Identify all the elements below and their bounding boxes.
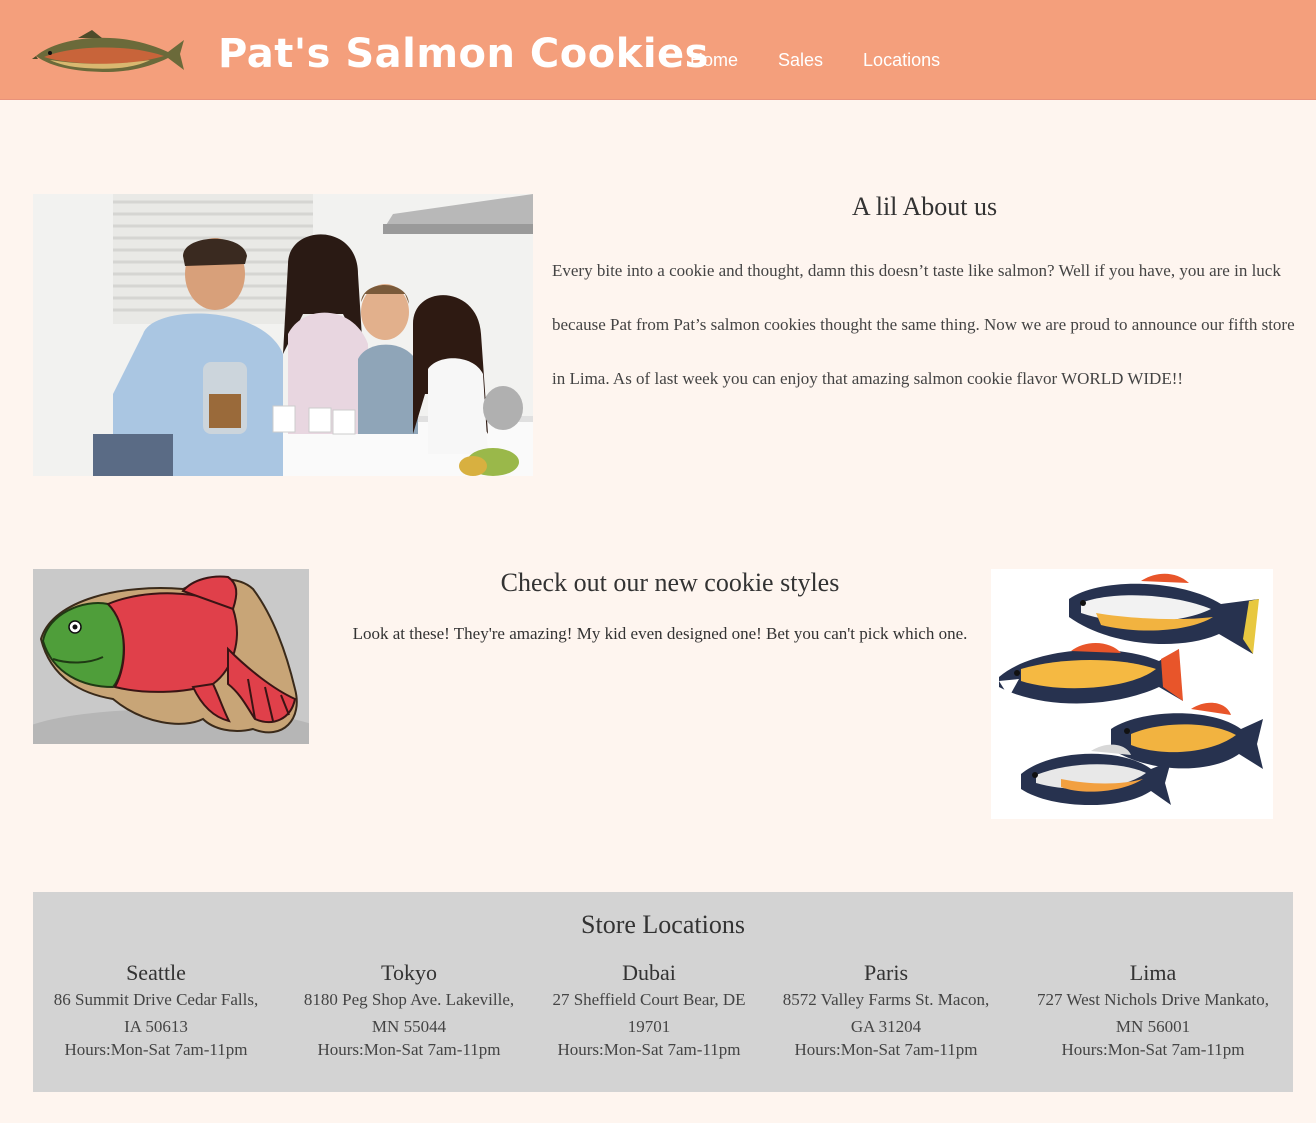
store-hours: Hours:Mon-Sat 7am-11pm — [557, 1040, 741, 1059]
main-nav: Home Sales Locations — [690, 48, 980, 72]
store-locations-heading: Store Locations — [581, 910, 745, 939]
decorated-fish-cookies-photo — [991, 569, 1273, 819]
store-city: Paris — [864, 960, 908, 985]
store-address: 8180 Peg Shop Ave. Lakeville, MN 55044 — [303, 990, 515, 1036]
store-card-tokyo: Tokyo 8180 Peg Shop Ave. Lakeville, MN 5… — [294, 960, 524, 1060]
store-city: Seattle — [126, 960, 186, 985]
salmon-cookie-photo — [33, 569, 309, 744]
store-hours: Hours:Mon-Sat 7am-11pm — [64, 1040, 248, 1059]
store-address: 27 Sheffield Court Bear, DE 19701 — [552, 990, 746, 1036]
nav-link-locations[interactable]: Locations — [863, 48, 940, 72]
store-address: 86 Summit Drive Cedar Falls, IA 50613 — [53, 990, 259, 1036]
cookie-styles-body: Look at these! They're amazing! My kid e… — [352, 624, 968, 643]
store-locations-section: Store Locations Seattle 86 Summit Drive … — [33, 892, 1293, 1092]
store-card-dubai: Dubai 27 Sheffield Court Bear, DE 19701 … — [543, 960, 755, 1060]
store-card-seattle: Seattle 86 Summit Drive Cedar Falls, IA … — [43, 960, 269, 1060]
about-body: Every bite into a cookie and thought, da… — [552, 261, 1295, 388]
about-heading: A lil About us — [851, 192, 998, 221]
cookie-styles-section: Check out our new cookie styles Look at … — [345, 566, 975, 643]
store-city: Lima — [1129, 960, 1177, 985]
salmon-fish-icon — [32, 30, 184, 72]
about-section: A lil About us Every bite into a cookie … — [552, 190, 1297, 406]
store-address: 727 West Nichols Drive Mankato, MN 56001 — [1036, 990, 1270, 1036]
site-title: Pat's Salmon Cookies — [218, 31, 709, 77]
store-card-paris: Paris 8572 Valley Farms St. Macon, GA 31… — [771, 960, 1001, 1060]
cookie-styles-heading: Check out our new cookie styles — [500, 568, 840, 597]
nav-link-sales[interactable]: Sales — [778, 48, 823, 72]
store-hours: Hours:Mon-Sat 7am-11pm — [1061, 1040, 1245, 1059]
family-photo — [33, 194, 533, 476]
site-header: Pat's Salmon Cookies Home Sales Location… — [0, 0, 1316, 99]
store-city: Dubai — [622, 960, 676, 985]
store-city: Tokyo — [381, 960, 437, 985]
nav-link-home[interactable]: Home — [690, 48, 738, 72]
store-hours: Hours:Mon-Sat 7am-11pm — [317, 1040, 501, 1059]
store-hours: Hours:Mon-Sat 7am-11pm — [794, 1040, 978, 1059]
store-card-lima: Lima 727 West Nichols Drive Mankato, MN … — [1023, 960, 1283, 1060]
store-address: 8572 Valley Farms St. Macon, GA 31204 — [782, 990, 990, 1036]
